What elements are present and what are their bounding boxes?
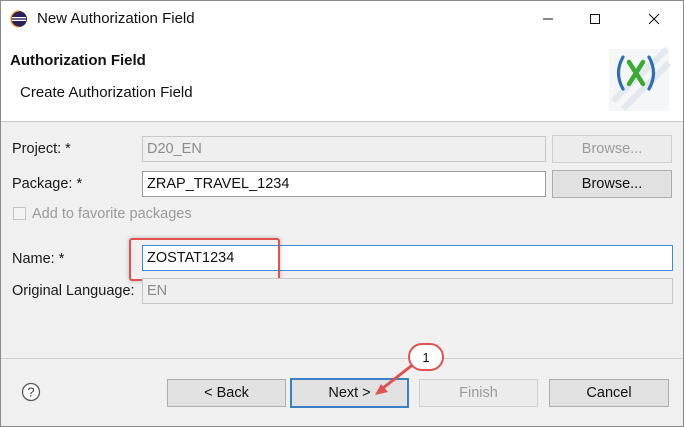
window-title: New Authorization Field [37,10,195,27]
package-label: Package: * [12,176,83,192]
favorite-checkbox[interactable] [13,207,26,220]
abap-x-logo-icon [609,46,672,112]
name-highlight-box [129,238,280,281]
close-button[interactable] [631,1,677,37]
wizard-header: Authorization Field Create Authorization… [1,37,683,122]
project-field: D20_EN [142,136,546,162]
svg-text:?: ? [27,385,34,400]
callout-badge: 1 [408,343,444,371]
back-button[interactable]: < Back [167,379,286,407]
eclipse-icon [10,10,27,28]
help-icon[interactable]: ? [21,382,41,402]
maximize-icon [590,14,600,24]
minimize-button[interactable] [525,1,571,37]
language-label: Original Language: [12,283,135,299]
cancel-button[interactable]: Cancel [549,379,669,407]
wizard-title: Authorization Field [10,52,146,69]
project-browse-button: Browse... [552,135,672,163]
favorite-label: Add to favorite packages [32,206,192,222]
minimize-icon [543,18,553,20]
language-field: EN [142,278,673,304]
package-field[interactable]: ZRAP_TRAVEL_1234 [142,171,546,197]
package-browse-button[interactable]: Browse... [552,170,672,198]
title-bar: New Authorization Field [1,1,683,37]
close-icon [648,13,660,25]
wizard-description: Create Authorization Field [20,84,193,101]
project-label: Project: * [12,141,71,157]
footer-separator [1,358,683,359]
maximize-button[interactable] [572,1,618,37]
dialog-window: New Authorization Field Authorization Fi… [0,0,684,427]
name-label: Name: * [12,251,65,267]
